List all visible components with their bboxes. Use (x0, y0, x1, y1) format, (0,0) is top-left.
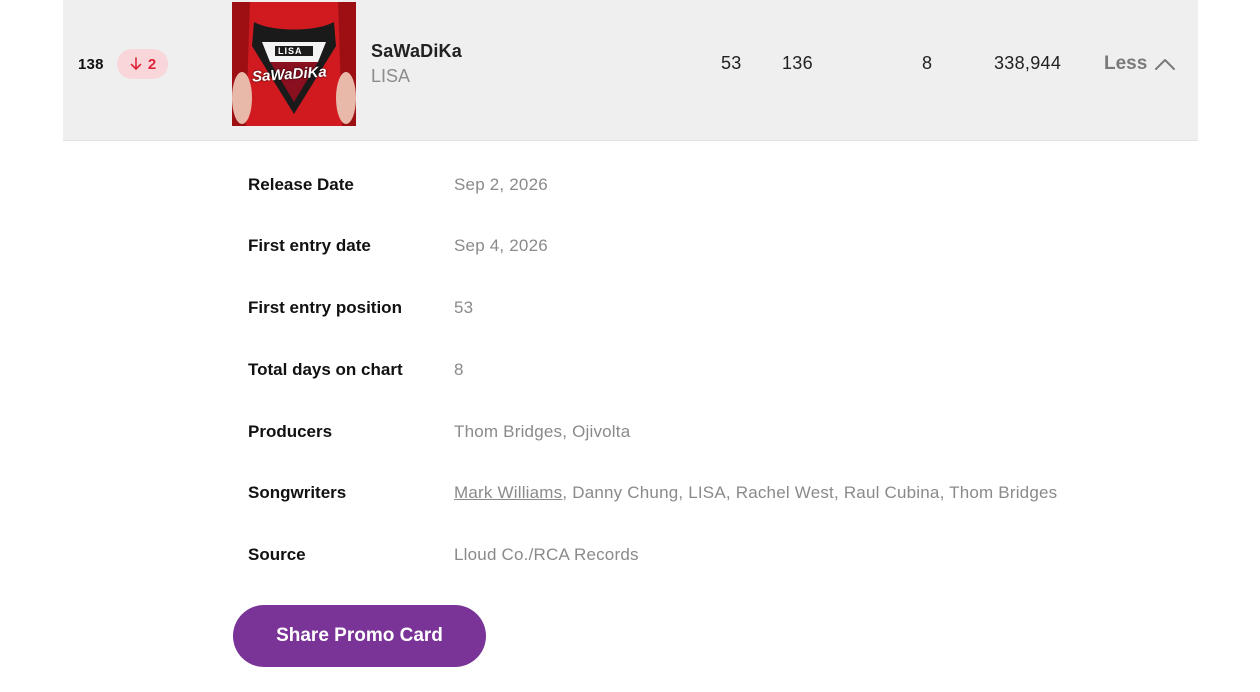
rank-movement-badge: 2 (117, 49, 168, 79)
album-cover[interactable]: LISA SaWaDiKa (232, 2, 356, 126)
detail-value-release-date: Sep 2, 2026 (454, 175, 548, 194)
songwriters-rest: , Danny Chung, LISA, Rachel West, Raul C… (562, 483, 1058, 502)
stat-days: 8 (922, 53, 933, 73)
detail-value-total-days: 8 (454, 360, 464, 379)
detail-label-total-days: Total days on chart (248, 360, 403, 379)
stat-streams: 338,944 (994, 53, 1062, 73)
detail-value-first-entry-position: 53 (454, 298, 474, 317)
detail-value-first-entry-date: Sep 4, 2026 (454, 236, 548, 255)
rank-movement-value: 2 (147, 55, 157, 73)
detail-value-producers: Thom Bridges, Ojivolta (454, 422, 631, 441)
stat-peak: 53 (721, 53, 742, 73)
detail-label-release-date: Release Date (248, 175, 354, 194)
detail-label-first-entry-position: First entry position (248, 298, 402, 317)
album-cover-art (232, 2, 356, 126)
detail-label-producers: Producers (248, 422, 333, 441)
stat-previous: 136 (782, 53, 813, 73)
album-cover-brand: LISA (278, 46, 303, 56)
detail-label-first-entry-date: First entry date (248, 236, 371, 255)
rank-number: 138 (78, 56, 104, 73)
detail-label-source: Source (248, 545, 306, 564)
songwriter-link[interactable]: Mark Williams (454, 483, 562, 502)
detail-label-songwriters: Songwriters (248, 483, 347, 502)
detail-value-songwriters: Mark Williams, Danny Chung, LISA, Rachel… (454, 483, 1057, 503)
arrow-down-icon (130, 57, 142, 70)
less-toggle-label: Less (1104, 53, 1148, 74)
track-title[interactable]: SaWaDiKa (371, 41, 462, 62)
share-promo-card-button[interactable]: Share Promo Card (233, 605, 486, 667)
detail-value-source: Lloud Co./RCA Records (454, 545, 639, 564)
chevron-up-icon (1155, 59, 1176, 70)
less-toggle-button[interactable]: Less (1104, 50, 1177, 78)
track-artist[interactable]: LISA (371, 66, 410, 87)
